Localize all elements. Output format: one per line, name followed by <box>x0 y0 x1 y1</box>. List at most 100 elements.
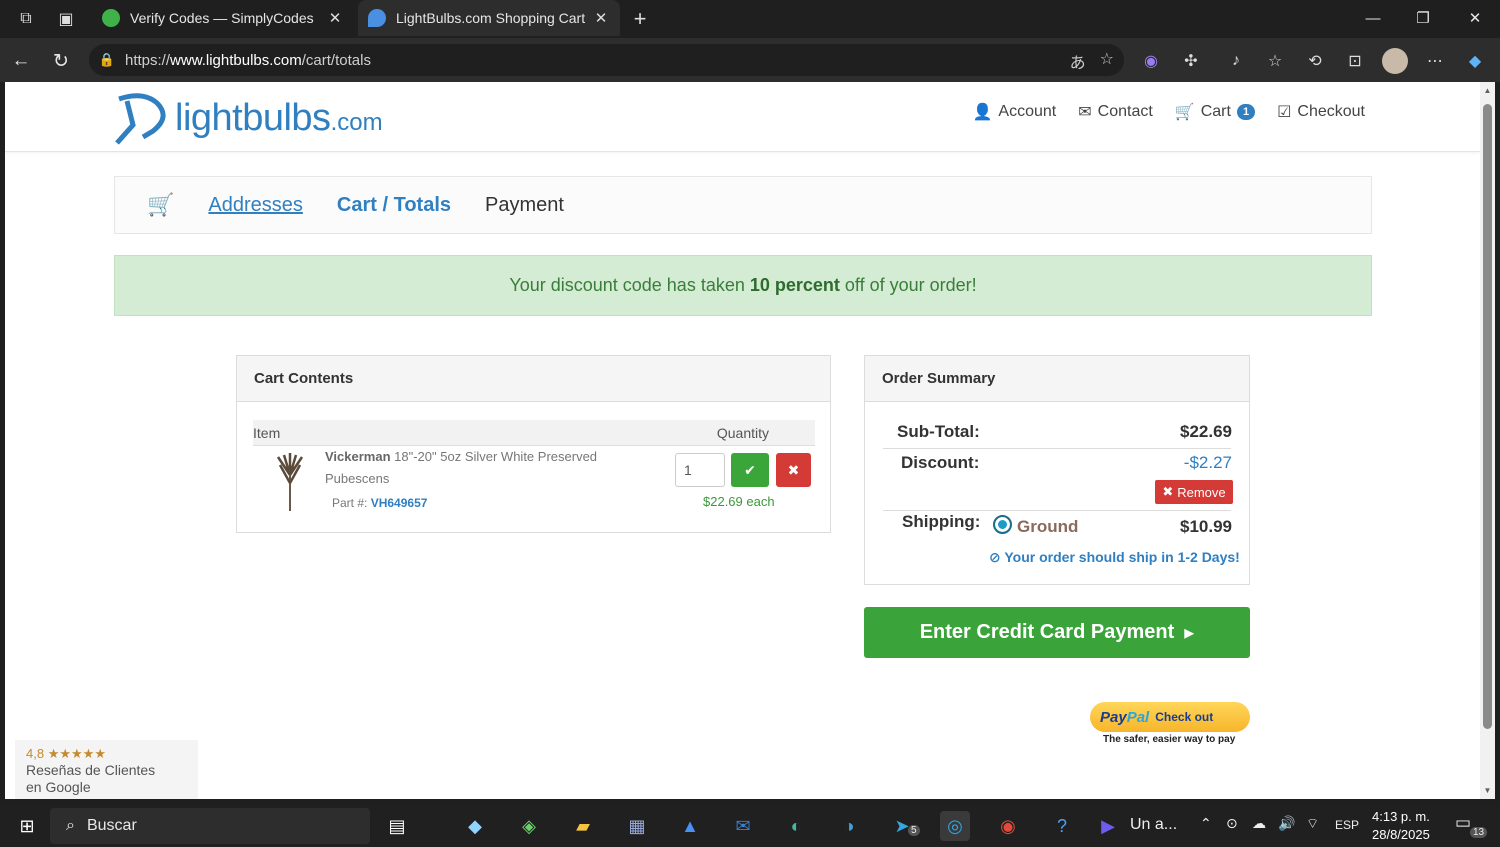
close-tab-icon[interactable]: ✕ <box>592 9 610 27</box>
history-icon[interactable]: ⟲ <box>1302 48 1328 74</box>
part-number-link[interactable]: VH649657 <box>371 496 428 510</box>
alert-highlight: 10 percent <box>749 275 840 295</box>
scroll-down-icon[interactable]: ▼ <box>1480 786 1495 795</box>
extensions-puzzle-icon[interactable]: ✣ <box>1178 48 1204 74</box>
step-addresses-link[interactable]: Addresses <box>208 194 303 217</box>
back-icon[interactable]: ← <box>8 48 34 74</box>
profile-avatar[interactable] <box>1382 48 1408 74</box>
chrome-icon[interactable]: ◉ <box>993 811 1023 841</box>
step-cart-totals: Cart / Totals <box>336 193 451 216</box>
outlook-icon[interactable]: ✉ <box>728 811 758 841</box>
read-aloud-icon[interactable]: あ <box>1070 49 1086 73</box>
nav-account[interactable]: 👤 Account <box>973 102 1057 122</box>
google-reviews-badge[interactable]: 4,8 ★★★★★ Reseñas de Clientes en Google <box>15 740 198 799</box>
store-app-icon[interactable]: ◈ <box>514 811 544 841</box>
edge-browser-icon[interactable]: ◎ <box>940 811 970 841</box>
cart-icon: 🛒 <box>147 192 175 217</box>
order-summary-title: Order Summary <box>865 356 1249 402</box>
url-prefix: https:// <box>125 51 171 69</box>
close-window-icon[interactable]: ✕ <box>1450 0 1500 36</box>
url-host: www.lightbulbs.com <box>170 51 302 69</box>
telegram-badge: 5 <box>908 825 920 836</box>
nav-cart-label: Cart <box>1200 103 1231 120</box>
wifi-icon[interactable]: ⌔ <box>1306 815 1319 833</box>
copilot-icon[interactable]: ◆ <box>1462 48 1488 74</box>
more-menu-icon[interactable]: ⋯ <box>1422 48 1448 74</box>
scroll-up-icon[interactable]: ▲ <box>1480 86 1495 95</box>
performance-icon[interactable]: ♪ <box>1223 48 1249 74</box>
minimize-icon[interactable]: — <box>1348 0 1398 36</box>
checkout-steps: 🛒 Addresses Cart / Totals Payment <box>114 176 1372 234</box>
remove-item-button[interactable]: ✖ <box>776 453 811 487</box>
lock-icon[interactable]: 🔒 <box>89 52 125 68</box>
restore-icon[interactable]: ❐ <box>1398 0 1448 36</box>
credit-card-payment-button[interactable]: Enter Credit Card Payment ▸ <box>864 607 1250 658</box>
checkmark-icon: ✔ <box>744 461 756 478</box>
app-icon[interactable]: ▲ <box>675 811 705 841</box>
microsoft-store-icon[interactable]: ▦ <box>622 811 652 841</box>
paypal-checkout-button[interactable]: Pay Pal Check out <box>1090 702 1250 732</box>
copilot-app-icon[interactable]: ◆ <box>460 811 490 841</box>
remove-discount-button[interactable]: ✖ Remove <box>1155 480 1233 504</box>
alert-prefix: Your discount code has taken <box>509 275 745 295</box>
taskbar-search[interactable]: ⌕ Buscar <box>50 808 370 844</box>
volume-icon[interactable]: 🔊 <box>1278 815 1295 832</box>
video-app-icon[interactable]: ▶ <box>1093 811 1123 841</box>
windows-start-icon[interactable]: ⊞ <box>12 811 42 841</box>
task-view-icon[interactable]: ▤ <box>382 811 412 841</box>
favorites-icon[interactable]: ☆ <box>1262 48 1288 74</box>
nav-contact[interactable]: ✉ Contact <box>1078 102 1153 122</box>
page-scrollbar[interactable]: ▲ ▼ <box>1480 82 1495 799</box>
tab-title: Verify Codes — SimplyCodes <box>130 10 314 26</box>
nav-checkout[interactable]: ☑ Checkout <box>1277 102 1365 122</box>
address-bar[interactable]: 🔒 https://www.lightbulbs.com/cart/totals… <box>89 44 1124 76</box>
cc-button-label: Enter Credit Card Payment <box>919 621 1175 643</box>
product-image[interactable] <box>275 453 305 511</box>
close-tab-icon[interactable]: ✕ <box>326 9 344 27</box>
scroll-thumb[interactable] <box>1483 104 1492 729</box>
favorite-star-icon[interactable]: ☆ <box>1100 49 1114 73</box>
tray-chevron-icon[interactable]: ⌃ <box>1200 815 1212 832</box>
nav-cart[interactable]: 🛒 Cart 1 <box>1175 102 1256 122</box>
workspaces-icon[interactable]: ⧉ <box>14 7 38 31</box>
simplycodes-favicon <box>102 9 120 27</box>
envelope-icon: ✉ <box>1078 104 1092 121</box>
alert-suffix: off of your order! <box>844 275 977 295</box>
edge-beta-icon[interactable]: ◐ <box>781 811 811 841</box>
site-logo[interactable]: lightbulbs .com <box>113 90 383 146</box>
extension-icon[interactable]: ◉ <box>1138 48 1164 74</box>
discount-alert: Your discount code has taken 10 percent … <box>114 255 1372 316</box>
tab-lightbulbs[interactable]: LightBulbs.com Shopping Cart ✕ <box>358 0 620 36</box>
user-icon: 👤 <box>972 104 993 121</box>
tab-actions-icon[interactable]: ▣ <box>54 7 78 31</box>
site-header: lightbulbs .com 👤 Account ✉ Contact 🛒 Cart 1 … <box>5 82 1480 152</box>
language-indicator[interactable]: ESP <box>1335 818 1359 832</box>
product-name[interactable]: Vickerman 18"-20" 5oz Silver White Prese… <box>325 446 615 490</box>
help-icon[interactable]: ? <box>1047 811 1077 841</box>
discount-label: Discount: <box>901 453 980 472</box>
notification-center-icon[interactable]: ▭ <box>1455 813 1471 833</box>
active-app-label[interactable]: Un a... <box>1130 816 1177 834</box>
paypal-logo-pay: Pay <box>1100 708 1127 726</box>
onedrive-icon[interactable]: ☁ <box>1252 815 1266 832</box>
file-explorer-icon[interactable]: ▰ <box>568 811 598 841</box>
edge-dev-icon[interactable]: ◑ <box>834 811 864 841</box>
quantity-input[interactable]: 1 <box>675 453 725 487</box>
taskbar-clock[interactable]: 4:13 p. m. 28/8/2025 <box>1372 808 1430 844</box>
close-icon: ✖ <box>787 461 800 478</box>
unit-price: $22.69 each <box>703 494 775 509</box>
tab-simplycodes[interactable]: Verify Codes — SimplyCodes ✕ <box>92 0 354 36</box>
shipping-radio[interactable] <box>993 515 1012 534</box>
refresh-icon[interactable]: ↻ <box>48 48 74 74</box>
part-number: Part #: VH649657 <box>332 496 427 510</box>
update-quantity-button[interactable]: ✔ <box>731 453 769 487</box>
new-tab-icon[interactable]: + <box>628 6 652 31</box>
shipping-method[interactable]: Ground <box>1017 517 1078 537</box>
tray-device-icon[interactable]: ⊙ <box>1226 815 1238 832</box>
screenshot-icon[interactable]: ⊡ <box>1342 48 1368 74</box>
check-circle-icon: ⊘ <box>989 549 1001 565</box>
star-rating-icon: ★★★★★ <box>47 746 106 761</box>
windows-taskbar: ⊞ ⌕ Buscar ▤ ◆ ◈ ▰ ▦ ▲ ✉ ◐ ◑ ➤ 5 ◎ ◉ ? ▶… <box>0 805 1500 847</box>
close-icon: ✖ <box>1162 484 1174 499</box>
cart-contents-title: Cart Contents <box>237 356 830 402</box>
